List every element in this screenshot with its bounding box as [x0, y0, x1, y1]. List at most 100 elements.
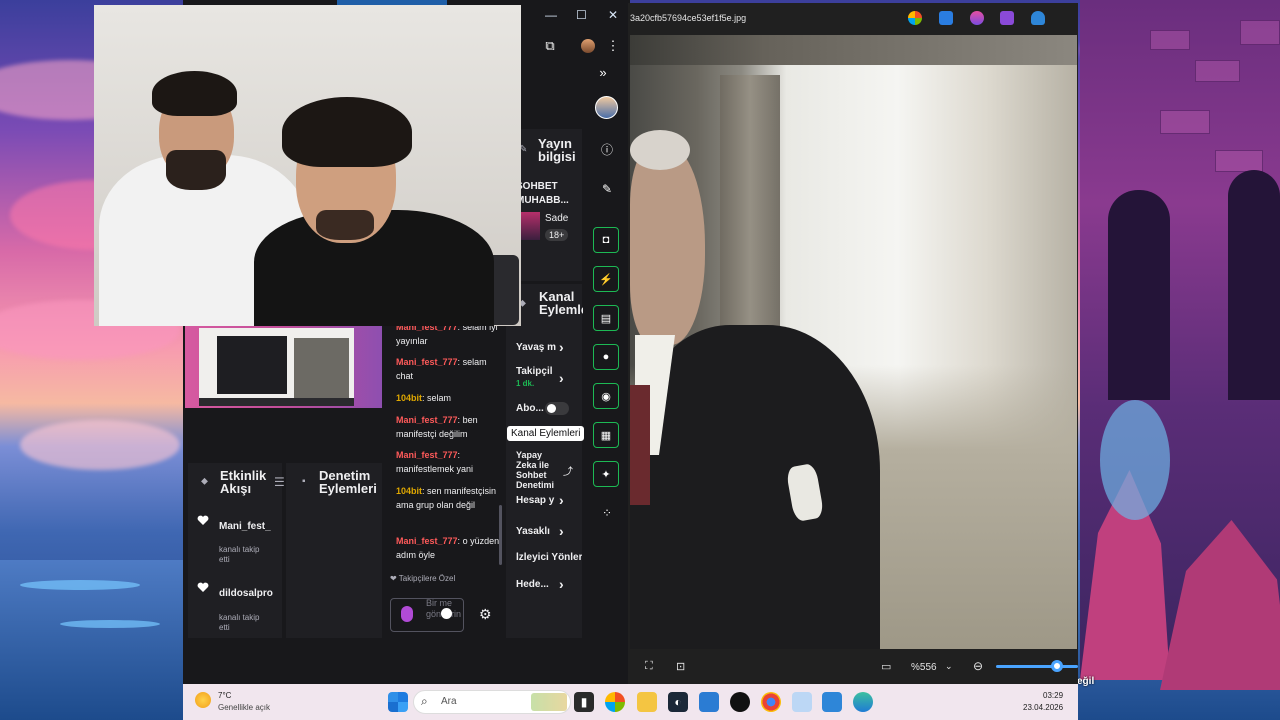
subscribers-only-toggle[interactable] [545, 402, 569, 415]
edit-pencil-icon[interactable]: ✎ [598, 180, 616, 198]
search-highlight-image[interactable] [531, 693, 567, 711]
feed-item-action: kanalı takip etti [219, 545, 260, 564]
taskbar-search-placeholder: Ara [441, 696, 457, 707]
host-action[interactable]: Hede... [516, 579, 554, 590]
copilot-icon[interactable] [908, 11, 922, 25]
settings-app-icon[interactable] [792, 692, 812, 712]
webcam-person-right [254, 5, 521, 326]
wrench-icon[interactable]: ✦ [593, 461, 619, 487]
chevron-right-icon[interactable]: › [559, 492, 564, 508]
activity-feed-icon: ⬥ [201, 476, 208, 487]
desktop-label-fragment: eğil [1077, 676, 1095, 687]
steam-icon[interactable]: ◐ [668, 692, 688, 712]
channel-avatar[interactable] [595, 96, 618, 119]
expand-chevron-icon[interactable]: » [594, 63, 612, 81]
weather-description: Genellikle açık [218, 703, 271, 712]
obs-icon[interactable] [730, 692, 750, 712]
slow-mode-action[interactable]: Yavaş m [516, 342, 558, 353]
webcam-overlay [94, 5, 521, 326]
edit-image-icon[interactable] [939, 11, 953, 25]
microphone-icon[interactable] [401, 606, 413, 622]
start-icon[interactable] [388, 692, 408, 712]
chat-message: Mani_fest_777: ben manifestçi değilim [396, 415, 478, 439]
info-icon[interactable]: ⓘ [598, 140, 616, 158]
external-chart-icon[interactable]: ⤴ [563, 463, 573, 478]
chevron-right-icon[interactable]: › [559, 339, 564, 355]
chat-message: 104bit: sen manifestçisin ama grup olan … [396, 486, 497, 510]
browser-menu-icon[interactable]: ⋮ [604, 37, 622, 55]
notes-icon[interactable]: ▤ [593, 305, 619, 331]
content-rating-badge: 18+ [545, 229, 569, 241]
clip-capture-icon[interactable]: ◘ [593, 227, 619, 253]
fit-to-window-icon[interactable]: ⛶ [645, 660, 653, 673]
zoom-slider-track[interactable] [996, 665, 1078, 668]
chat-message: Mani_fest_777: o yüzden adım öyle [396, 536, 500, 560]
followers-only-duration: 1 dk. [516, 379, 535, 388]
profile-avatar[interactable] [579, 37, 597, 55]
emote-icon[interactable] [441, 608, 452, 619]
broadcast-icon[interactable]: ◉ [593, 383, 619, 409]
feed-item-username[interactable]: Mani_fest_ [219, 521, 271, 532]
ai-chat-moderation-action[interactable]: Yapay Zeka ile Sohbet Denetimi [516, 450, 560, 490]
chevron-right-icon[interactable]: › [559, 523, 564, 539]
moderation-actions-title: Denetim Eylemleri [319, 468, 377, 496]
chrome-icon[interactable] [761, 692, 781, 712]
edge-icon[interactable] [853, 692, 873, 712]
chevron-right-icon[interactable]: › [559, 370, 564, 386]
fullscreen-icon[interactable]: ▭ [881, 660, 891, 673]
moderation-icon: ▪ [302, 476, 306, 487]
chat-scrollbar[interactable] [499, 505, 502, 565]
viewed-photo [630, 35, 1077, 649]
followers-only-label: Takipçilere Özel [398, 574, 456, 583]
lightning-icon[interactable]: ⚡ [593, 266, 619, 292]
heart-icon [197, 515, 209, 525]
channel-actions-title: Kanal Eylemleri [539, 290, 583, 317]
chat-message: 104bit: selam [396, 393, 452, 403]
heart-icon [197, 582, 209, 592]
followers-only-action[interactable]: Takipçil [516, 366, 556, 377]
maximize-icon[interactable]: ☐ [576, 8, 587, 22]
photos-icon[interactable] [822, 692, 842, 712]
actual-size-icon[interactable]: ⊡ [676, 660, 685, 673]
zoom-level[interactable]: %556 [911, 662, 937, 673]
channel-actions-tooltip: Kanal Eylemleri [507, 426, 585, 441]
taskbar-clock-date[interactable]: 23.04.2026 [1023, 703, 1063, 712]
zoom-dropdown-chevron-icon[interactable]: ⌄ [945, 661, 953, 672]
banned-words-action[interactable]: Yasaklı [516, 526, 556, 537]
channel-actions-icon[interactable]: ▦ [593, 422, 619, 448]
onedrive-icon[interactable] [1031, 11, 1045, 25]
designer-icon[interactable] [970, 11, 984, 25]
taskbar-clock-time[interactable]: 03:29 [1043, 691, 1063, 700]
extensions-icon[interactable]: ⧉ [541, 37, 559, 55]
category-name[interactable]: Sade [545, 213, 568, 224]
subscribers-only-action: Abo... [516, 403, 544, 414]
viewer-redirect-action[interactable]: İzleyici Yönler [516, 552, 582, 563]
chat-bubble-icon[interactable]: ● [593, 344, 619, 370]
filter-icon[interactable]: ☰ [274, 475, 285, 489]
chat-message: Mani_fest_777: manifestlemek yani [396, 450, 474, 474]
category-boxart[interactable] [520, 212, 540, 240]
close-icon[interactable]: ✕ [608, 8, 618, 22]
activity-feed-title: Etkinlik Akışı [220, 468, 267, 496]
copilot-taskbar-icon[interactable] [605, 692, 625, 712]
weather-temperature: 7°C [218, 691, 232, 700]
zoom-out-icon[interactable]: ⊖ [973, 659, 983, 673]
task-view-icon[interactable]: ▮ [574, 692, 594, 712]
viewer-filename: 3a20cfb57694ce53ef1f5e.jpg [630, 13, 747, 23]
add-widget-icon[interactable]: ⁘ [598, 504, 616, 522]
chat-settings-gear-icon[interactable]: ⚙ [479, 606, 492, 623]
heart-icon: ❤ [390, 574, 397, 583]
feed-item-username[interactable]: dildosalpro [219, 588, 275, 599]
account-age-action[interactable]: Hesap y [516, 495, 556, 506]
microsoft-store-icon[interactable] [699, 692, 719, 712]
zoom-slider-thumb[interactable] [1051, 660, 1063, 672]
minimize-icon[interactable]: — [545, 8, 557, 22]
clipchamp-icon[interactable] [1000, 11, 1014, 25]
search-icon: ⌕ [421, 694, 428, 708]
stream-preview-thumbnail[interactable] [185, 326, 382, 408]
weather-icon[interactable] [195, 692, 211, 708]
file-explorer-icon[interactable] [637, 692, 657, 712]
chat-message: Mani_fest_777: selam chat [396, 357, 487, 381]
chevron-right-icon[interactable]: › [559, 576, 564, 592]
taskbar [183, 684, 1078, 720]
